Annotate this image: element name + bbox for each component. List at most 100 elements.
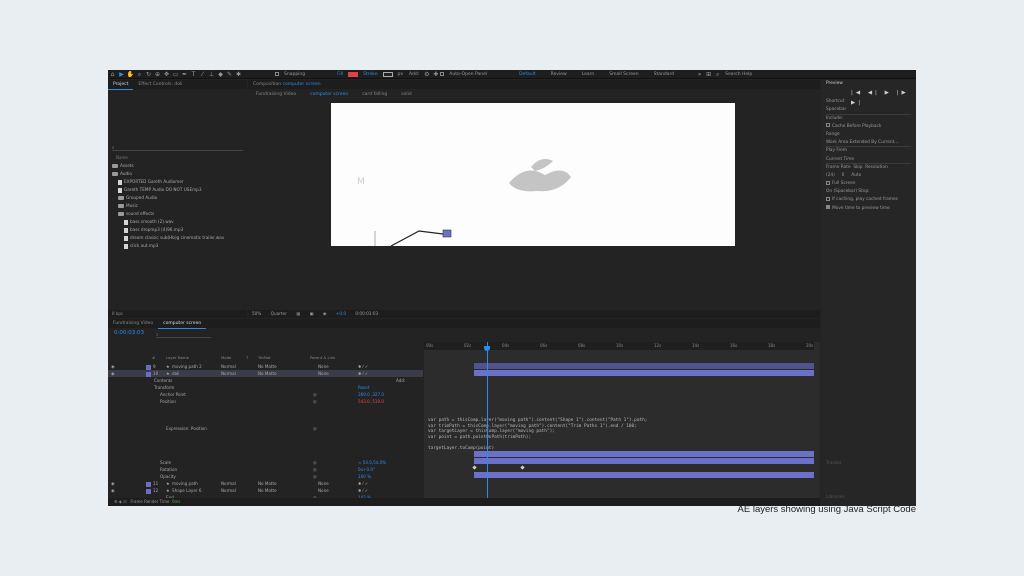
viewer-resolution-select[interactable]: Quarter — [271, 311, 287, 316]
property-row[interactable]: Opacity 100 % ◎ — [108, 473, 423, 480]
add-label[interactable]: Add: — [409, 72, 419, 77]
exposure-value[interactable]: +0.0 — [336, 311, 346, 316]
property-name[interactable]: Opacity — [160, 473, 176, 480]
viewer-zoom-select[interactable]: 50% — [252, 311, 261, 316]
search-icon[interactable]: ⌕ — [713, 70, 722, 79]
property-name[interactable]: Scale — [160, 459, 171, 466]
visibility-icon[interactable]: ◉ — [111, 363, 115, 370]
visibility-icon[interactable]: ◉ — [111, 370, 115, 377]
expression-pickwhip-icon[interactable]: ◎ — [313, 391, 317, 398]
zoom-tool-icon[interactable]: ⌕ — [135, 70, 144, 79]
layer-mode-select[interactable]: Normal — [221, 487, 236, 494]
expression-pickwhip-icon[interactable]: ◎ — [313, 425, 317, 432]
stroke-color-swatch[interactable] — [382, 71, 393, 77]
layer-mode-select[interactable]: Normal — [221, 480, 236, 487]
project-footer[interactable]: 8 bpc — [108, 310, 247, 318]
property-name[interactable]: Transform — [154, 384, 174, 391]
mask-icon[interactable]: ▣ — [310, 311, 314, 316]
hand-tool-icon[interactable]: ✋ — [126, 70, 135, 79]
timeline-current-time[interactable]: 0:00:03:03 — [114, 330, 144, 336]
comp-subtab-card-falling[interactable]: card falling — [362, 92, 387, 97]
property-name[interactable]: Position — [160, 398, 176, 405]
camera-icon[interactable]: ◉ — [323, 311, 327, 316]
auto-open-checkbox[interactable] — [440, 72, 445, 76]
timeline-search-input[interactable]: ⌕ — [156, 332, 211, 338]
type-tool-icon[interactable]: T — [189, 70, 198, 79]
col-parent[interactable]: Parent & Link — [310, 355, 335, 360]
resolution-select[interactable]: Auto — [851, 173, 861, 178]
property-value[interactable]: Reset — [358, 384, 369, 391]
switches-icons[interactable]: ✱ ⁄ ✓ — [358, 487, 368, 494]
property-name[interactable]: Rotation — [160, 466, 177, 473]
col-number[interactable]: # — [152, 355, 155, 360]
fill-label[interactable]: Fill — [337, 72, 343, 77]
move-time-checkbox[interactable]: Move time to preview time — [821, 205, 916, 213]
bezier-icon[interactable]: ✚ — [431, 70, 440, 79]
workspace-standard[interactable]: Standard — [654, 72, 674, 77]
tab-effect-controls[interactable]: Effect Controls: doli — [133, 80, 187, 89]
tab-project[interactable]: Project — [108, 80, 134, 90]
layer-name[interactable]: moving path — [172, 480, 198, 487]
layer-name[interactable]: doli — [172, 370, 179, 377]
property-value[interactable]: 543.0 ,519.0 — [358, 398, 384, 405]
settings-icon[interactable]: ⚙ — [422, 70, 431, 79]
project-item[interactable]: Grouped Audio — [112, 194, 247, 202]
play-from-select[interactable]: Current Time — [826, 156, 911, 164]
snapping-checkbox[interactable] — [275, 72, 279, 76]
path-target-handle[interactable] — [442, 229, 452, 238]
shortcut-select[interactable]: Spacebar — [826, 106, 911, 115]
project-search-input[interactable]: ⌕ — [112, 145, 243, 151]
comp-subtab-solid[interactable]: solid — [401, 92, 411, 97]
cache-before-playback[interactable]: Cache Before Playback — [821, 123, 916, 131]
pan-behind-tool-icon[interactable]: ✥ — [162, 70, 171, 79]
expression-editor[interactable]: var path = thisComp.layer("moving path")… — [428, 418, 647, 452]
layer-row[interactable]: ◉ 10 ★ doli Normal No Matte None ✱ ⁄ ✓ — [108, 370, 423, 377]
expression-pickwhip-icon[interactable]: ◎ — [313, 473, 317, 480]
property-value[interactable]: 0x+0.0° — [358, 466, 375, 473]
project-item[interactable]: click out.mp3 — [112, 242, 247, 250]
tab-composition[interactable]: Composition computer screen — [248, 80, 326, 89]
if-caching-checkbox[interactable]: If caching, play cached frames — [821, 196, 916, 204]
project-item[interactable]: bass dropmp3 (4)96.mp3 — [112, 226, 247, 234]
tracker-panel-label[interactable]: Tracker — [821, 460, 847, 468]
keyframe-icon[interactable] — [472, 465, 477, 470]
project-item[interactable]: Audio — [112, 170, 247, 178]
pen-tool-icon[interactable]: ✒ — [180, 70, 189, 79]
property-name[interactable]: Expression: Position — [166, 425, 207, 432]
project-item[interactable]: EXPORTED Gareth Audiomer — [112, 178, 247, 186]
property-value[interactable]: 369.0 ,327.0 — [358, 391, 384, 398]
expression-pickwhip-icon[interactable]: ◎ — [313, 398, 317, 405]
project-item[interactable]: Gareth TEMP Audio DO NOT USEmp3 — [112, 186, 247, 194]
layer-name[interactable]: moving path 2 — [172, 363, 202, 370]
visibility-icon[interactable]: ◉ — [111, 487, 115, 494]
trkmat-select[interactable]: No Matte — [258, 370, 277, 377]
layer-mode-select[interactable]: Normal — [221, 363, 236, 370]
rotate-tool-icon[interactable]: ↻ — [144, 70, 153, 79]
brush-tool-icon[interactable]: ⁄ — [198, 70, 207, 79]
eraser-tool-icon[interactable]: ◆ — [216, 70, 225, 79]
trkmat-select[interactable]: No Matte — [258, 480, 277, 487]
switches-icons[interactable]: ✱ ⁄ ✓ — [358, 480, 368, 487]
parent-select[interactable]: None — [318, 370, 329, 377]
expression-pickwhip-icon[interactable]: ◎ — [313, 459, 317, 466]
tab-timeline-computer-screen[interactable]: computer screen — [158, 319, 207, 329]
workspace-default[interactable]: Default — [519, 72, 535, 77]
selection-tool-icon[interactable]: ▶ — [117, 70, 126, 79]
project-item[interactable]: bass smooth (2).wav — [112, 218, 247, 226]
layer-duration-bar[interactable] — [474, 451, 814, 457]
property-value[interactable]: ∞ 54.0,54.0% — [358, 459, 386, 466]
trkmat-select[interactable]: No Matte — [258, 487, 277, 494]
fill-color-swatch[interactable] — [348, 71, 359, 77]
layer-row[interactable]: ◉ 12 ★ Shape Layer 6 Normal No Matte None ✱ ⁄ ✓ — [108, 487, 423, 494]
layer-mode-select[interactable]: Normal — [221, 370, 236, 377]
workspace-review[interactable]: Review — [551, 72, 567, 77]
project-item[interactable]: dream classic sub(Hb)g cinematic trailer… — [112, 234, 247, 242]
property-name[interactable]: Contents — [154, 377, 172, 384]
layer-duration-bar[interactable] — [474, 363, 814, 369]
puppet-tool-icon[interactable]: ✱ — [234, 70, 243, 79]
layer-row[interactable]: ◉ 9 ★ moving path 2 Normal No Matte None ✱ ⁄ ✓ — [108, 363, 423, 370]
grid-icon[interactable]: ▦ — [296, 311, 300, 316]
col-trkmat[interactable]: TrkMat — [258, 355, 271, 360]
frame-rate-values[interactable]: (24) 0 Auto — [821, 172, 916, 180]
home-icon[interactable]: ⌂ — [108, 70, 117, 79]
